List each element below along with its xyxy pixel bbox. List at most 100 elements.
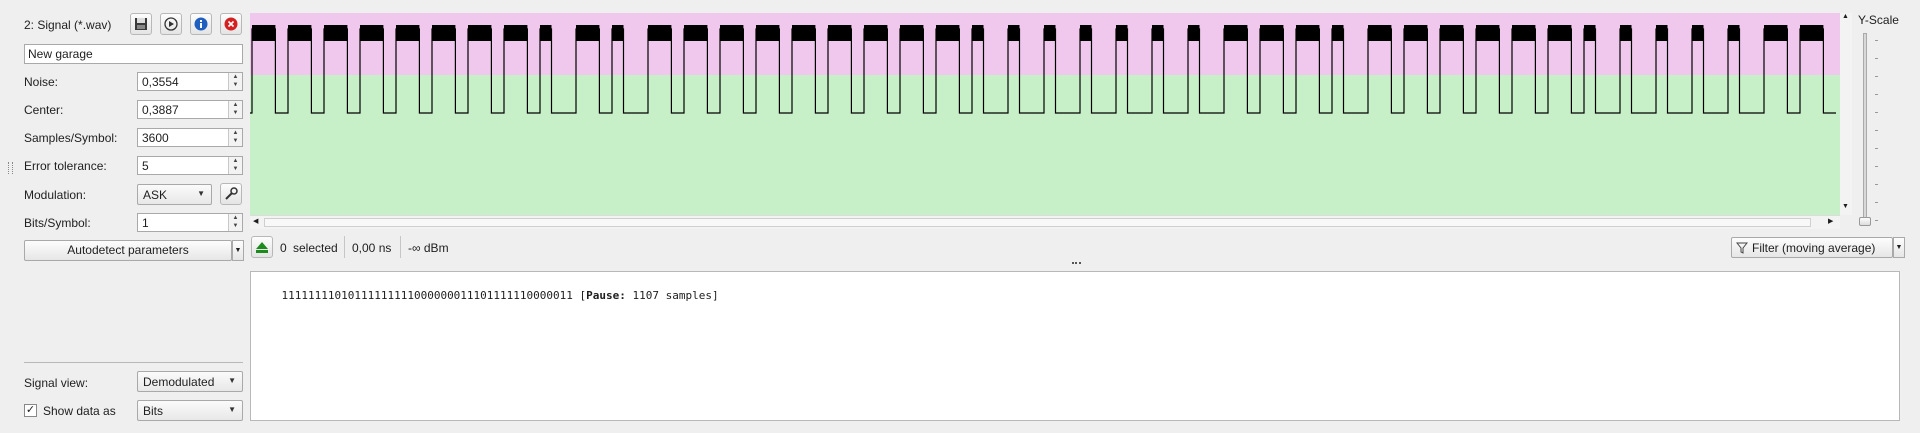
carrier-burst (252, 25, 276, 41)
arrow-up-icon (256, 242, 268, 253)
y-scale-label: Y-Scale (1858, 13, 1899, 27)
carrier-burst (900, 25, 924, 41)
save-icon (135, 18, 147, 30)
carrier-burst (828, 25, 852, 41)
carrier-burst (756, 25, 780, 41)
carrier-burst (1440, 25, 1464, 41)
show-data-checkbox[interactable]: ✓ (24, 404, 37, 417)
panel-splitter-handle[interactable] (8, 162, 13, 174)
autodetect-menu-button[interactable]: ▼ (232, 240, 244, 261)
carrier-burst (396, 25, 420, 41)
carrier-burst (612, 25, 624, 41)
carrier-burst (1296, 25, 1320, 41)
scroll-down-icon[interactable]: ▼ (1842, 203, 1849, 210)
show-data-select[interactable]: Bits ▼ (137, 400, 243, 421)
horizontal-scroll-track[interactable] (264, 218, 1811, 227)
modulation-value: ASK (143, 188, 168, 202)
center-spinbox[interactable]: 0,3887 ▲ ▼ (137, 100, 243, 119)
scroll-left-icon[interactable]: ◀ (253, 217, 258, 225)
pause-label: Pause: (586, 289, 626, 302)
carrier-burst (1728, 25, 1740, 41)
noise-label: Noise: (24, 75, 59, 89)
modulation-label: Modulation: (24, 188, 87, 202)
bits-per-symbol-label: Bits/Symbol: (24, 216, 91, 230)
panel-divider (24, 362, 243, 363)
carrier-burst (1548, 25, 1572, 41)
filter-icon (1736, 242, 1748, 254)
carrier-burst (360, 25, 384, 41)
samples-per-symbol-spinbox[interactable]: 3600 ▲ ▼ (137, 128, 243, 147)
chevron-down-icon: ▼ (197, 189, 205, 198)
scroll-right-icon[interactable]: ▶ (1828, 217, 1833, 225)
modulation-settings-button[interactable] (220, 183, 242, 205)
carrier-burst (792, 25, 816, 41)
carrier-burst (1152, 25, 1164, 41)
y-scale-slider-groove[interactable] (1863, 33, 1867, 221)
show-data-value: Bits (143, 404, 164, 418)
modulation-select[interactable]: ASK ▼ (137, 184, 212, 205)
signal-name-input[interactable]: New garage (24, 44, 243, 64)
bits-per-symbol-spinbox[interactable]: 1 ▲ ▼ (137, 213, 243, 232)
signal-view-value: Demodulated (143, 375, 215, 389)
carrier-burst (1044, 25, 1056, 41)
autodetect-button[interactable]: Autodetect parameters (24, 240, 232, 261)
carrier-burst (1476, 25, 1500, 41)
carrier-burst (1692, 25, 1704, 41)
carrier-burst (1368, 25, 1392, 41)
chevron-down-icon: ▼ (234, 247, 242, 254)
noise-stepper[interactable]: ▲ ▼ (228, 73, 242, 90)
pause-open: [ (572, 289, 587, 302)
demodulated-output[interactable]: 1111111101011111111100000001110111111000… (250, 271, 1900, 421)
bits-per-symbol-stepper[interactable]: ▲ ▼ (228, 214, 242, 231)
carrier-burst (1800, 25, 1824, 41)
error-tolerance-label: Error tolerance: (24, 159, 107, 173)
signal-name-value: New garage (28, 47, 93, 61)
noise-value: 0,3554 (142, 75, 179, 89)
status-separator (344, 236, 345, 258)
save-button[interactable] (130, 13, 152, 35)
center-stepper[interactable]: ▲ ▼ (228, 101, 242, 118)
close-icon (224, 17, 238, 31)
center-label: Center: (24, 103, 64, 117)
noise-band (250, 13, 1840, 75)
selection-power: -∞ dBm (408, 241, 449, 255)
show-demod-button[interactable] (251, 236, 273, 258)
samples-per-symbol-stepper[interactable]: ▲ ▼ (228, 129, 242, 146)
info-button[interactable] (190, 13, 212, 35)
carrier-burst (468, 25, 492, 41)
noise-spinbox[interactable]: 0,3554 ▲ ▼ (137, 72, 243, 91)
signal-view-select[interactable]: Demodulated ▼ (137, 371, 243, 392)
carrier-burst (720, 25, 744, 41)
horizontal-scrollbar[interactable]: ◀ ▶ (250, 215, 1840, 229)
carrier-burst (1620, 25, 1632, 41)
play-button[interactable] (160, 13, 182, 35)
carrier-burst (1656, 25, 1668, 41)
carrier-burst (684, 25, 708, 41)
carrier-burst (504, 25, 528, 41)
bits-per-symbol-value: 1 (142, 216, 149, 230)
carrier-burst (1188, 25, 1200, 41)
center-value: 0,3887 (142, 103, 179, 117)
splitter-handle[interactable] (1072, 262, 1081, 266)
error-tolerance-spinbox[interactable]: 5 ▲ ▼ (137, 156, 243, 175)
samples-per-symbol-label: Samples/Symbol: (24, 131, 118, 145)
error-tolerance-stepper[interactable]: ▲ ▼ (228, 157, 242, 174)
close-signal-button[interactable] (220, 13, 242, 35)
status-separator (400, 236, 401, 258)
filter-button[interactable]: Filter (moving average) (1731, 237, 1893, 258)
vertical-scrollbar[interactable]: ▲ ▼ (1840, 13, 1852, 215)
carrier-burst (576, 25, 600, 41)
carrier-burst (1260, 25, 1284, 41)
filter-menu-button[interactable]: ▼ (1893, 237, 1905, 258)
signal-view[interactable] (250, 13, 1840, 215)
carrier-burst (1008, 25, 1020, 41)
scroll-up-icon[interactable]: ▲ (1842, 13, 1849, 20)
carrier-burst (936, 25, 960, 41)
carrier-burst (972, 25, 984, 41)
carrier-burst (540, 25, 552, 41)
samples-per-symbol-value: 3600 (142, 131, 169, 145)
wrench-icon (225, 187, 238, 200)
y-scale-slider-handle[interactable] (1859, 217, 1871, 226)
bit-string: 1111111101011111111100000001110111111000… (281, 289, 573, 302)
signal-title: 2: Signal (*.wav) (24, 18, 112, 32)
